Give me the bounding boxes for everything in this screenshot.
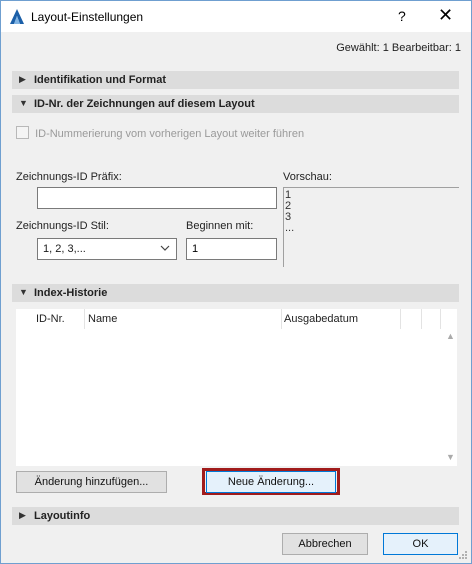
- window-title: Layout-Einstellungen: [31, 10, 144, 24]
- style-value: 1, 2, 3,...: [43, 243, 86, 255]
- style-dropdown[interactable]: 1, 2, 3,...: [37, 238, 177, 260]
- column-header-id[interactable]: ID-Nr.: [36, 313, 65, 325]
- preview-label: Vorschau:: [283, 171, 332, 183]
- column-divider: [421, 309, 422, 329]
- section-layout-info-header[interactable]: ▶ Layoutinfo: [12, 507, 459, 525]
- column-divider: [400, 309, 401, 329]
- preview-box: 1 2 3 ...: [283, 187, 459, 267]
- preview-line: 3: [285, 211, 292, 223]
- title-bar: Layout-Einstellungen ? ✕: [1, 1, 471, 32]
- add-revision-button[interactable]: Änderung hinzufügen...: [16, 471, 167, 493]
- preview-line: 2: [285, 200, 292, 212]
- prefix-label: Zeichnungs-ID Präfix:: [16, 171, 122, 183]
- index-history-list[interactable]: ID-Nr. Name Ausgabedatum ▲ ▼: [16, 309, 457, 466]
- selection-info: Gewählt: 1 Bearbeitbar: 1: [336, 42, 461, 54]
- continue-numbering-label: ID-Nummerierung vom vorherigen Layout we…: [35, 128, 305, 140]
- archicad-logo-icon: [10, 9, 24, 24]
- start-number-input[interactable]: [186, 238, 277, 260]
- column-divider: [281, 309, 282, 329]
- collapse-arrow-icon: ▼: [19, 98, 28, 108]
- new-revision-button[interactable]: Neue Änderung...: [206, 471, 336, 493]
- scroll-down-arrow-icon[interactable]: ▼: [446, 452, 455, 462]
- section-index-history-header[interactable]: ▼ Index-Historie: [12, 284, 459, 302]
- start-label: Beginnen mit:: [186, 220, 254, 232]
- help-button[interactable]: ?: [398, 8, 406, 24]
- column-header-name[interactable]: Name: [88, 313, 117, 325]
- preview-line: ...: [285, 222, 295, 234]
- column-divider: [84, 309, 85, 329]
- section-drawing-ids-header[interactable]: ▼ ID-Nr. der Zeichnungen auf diesem Layo…: [12, 95, 459, 113]
- section-identification-header[interactable]: ▶ Identifikation und Format: [12, 71, 459, 89]
- preview-line: 1: [285, 189, 292, 201]
- expand-arrow-icon: ▶: [19, 510, 26, 520]
- chevron-down-icon: [160, 242, 170, 254]
- prefix-input[interactable]: [37, 187, 277, 209]
- collapse-arrow-icon: ▼: [19, 287, 28, 297]
- scroll-up-arrow-icon[interactable]: ▲: [446, 331, 455, 341]
- section-label: Index-Historie: [34, 287, 108, 299]
- continue-numbering-checkbox: [16, 126, 29, 139]
- section-label: Layoutinfo: [34, 510, 91, 522]
- close-button[interactable]: ✕: [438, 6, 453, 24]
- ok-button[interactable]: OK: [383, 533, 458, 555]
- section-label: Identifikation und Format: [34, 74, 166, 86]
- section-label: ID-Nr. der Zeichnungen auf diesem Layout: [34, 98, 255, 110]
- layout-settings-dialog: Layout-Einstellungen ? ✕ Gewählt: 1 Bear…: [0, 0, 472, 564]
- expand-arrow-icon: ▶: [19, 74, 26, 84]
- style-label: Zeichnungs-ID Stil:: [16, 220, 109, 232]
- continue-numbering-option: ID-Nummerierung vom vorherigen Layout we…: [16, 126, 304, 140]
- resize-grip-icon[interactable]: [458, 550, 468, 560]
- column-header-date[interactable]: Ausgabedatum: [284, 313, 358, 325]
- column-divider: [440, 309, 441, 329]
- cancel-button[interactable]: Abbrechen: [282, 533, 368, 555]
